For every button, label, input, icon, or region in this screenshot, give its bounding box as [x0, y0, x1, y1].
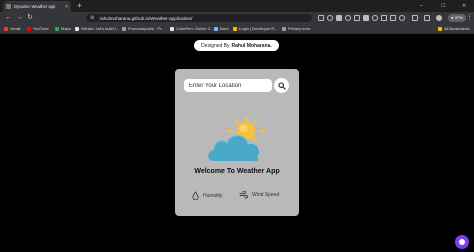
bookmark-item[interactable]: CodePen: Online C...: [170, 26, 214, 31]
extension-icon[interactable]: [372, 15, 378, 21]
back-button[interactable]: ←: [5, 14, 12, 22]
location-search-input[interactable]: [184, 79, 272, 92]
bookmark-item[interactable]: Login | Developer R...: [233, 26, 278, 31]
bookmark-item[interactable]: Gmail: [4, 26, 20, 31]
close-window-button[interactable]: ✕: [462, 1, 466, 11]
address-url: rahulmoharana.github.io/Weather-applicat…: [99, 15, 193, 21]
bookmark-item[interactable]: Maps: [55, 26, 71, 31]
bookmark-icon: [170, 26, 174, 31]
bookmark-label: Login | Developer R...: [239, 26, 278, 31]
bookmark-label: Gmail: [10, 26, 21, 31]
humidity-stat: Humidity: [192, 191, 222, 200]
humidity-label: Humidity: [203, 192, 223, 199]
bookmark-label: Bard: [220, 26, 229, 31]
profile-badge[interactable]: ● VPN: [448, 14, 466, 22]
puzzle-icon[interactable]: [412, 15, 418, 21]
site-info-icon[interactable]: ⚙: [90, 15, 94, 21]
bookmark-star-icon[interactable]: [327, 15, 333, 21]
extension-icon[interactable]: [363, 15, 369, 21]
extension-icon[interactable]: [399, 15, 405, 21]
wind-icon: [239, 191, 248, 199]
bookmarks-bar: Gmail YouTube Maps GitHub: Let's build f…: [0, 24, 474, 34]
extension-icon[interactable]: [345, 15, 351, 21]
cloud-icon: [208, 135, 259, 162]
sun-cloud-icon: [208, 115, 266, 162]
browser-tab-bar: Dynamic Weather app × + – ☐ ✕: [0, 0, 474, 12]
reload-button[interactable]: ↻: [27, 14, 33, 22]
bookmark-item[interactable]: Promonepubls · Pr...: [122, 26, 164, 31]
maximize-button[interactable]: ☐: [441, 1, 445, 11]
bookmark-icon: [55, 26, 59, 31]
address-bar[interactable]: ⚙ rahulmoharana.github.io/Weather-applic…: [86, 14, 312, 22]
sidebar-icon[interactable]: [424, 15, 430, 21]
forward-button[interactable]: →: [16, 14, 23, 22]
bookmark-item[interactable]: YouTube: [27, 26, 49, 31]
bookmark-icon: [75, 26, 79, 31]
bookmark-item[interactable]: Privacy error: [282, 26, 311, 31]
extension-icon[interactable]: [354, 15, 360, 21]
bookmark-icon: [27, 26, 31, 31]
bookmark-icon: [4, 26, 8, 31]
humidity-drop-icon: [192, 191, 199, 200]
bookmark-item[interactable]: Bard: [214, 26, 228, 31]
extension-icon[interactable]: [390, 15, 396, 21]
bookmark-icon: [233, 26, 237, 31]
minimize-button[interactable]: –: [420, 1, 423, 11]
bookmark-icon: [214, 26, 218, 31]
avatar[interactable]: [436, 15, 442, 21]
bookmark-label: Promonepubls · Pr...: [128, 26, 165, 31]
browser-menu-icon[interactable]: ⋮: [466, 13, 473, 22]
browser-toolbar: ← → ↻ ⚙ rahulmoharana.github.io/Weather-…: [0, 12, 474, 24]
folder-icon: [438, 26, 442, 31]
credit-name: Rahul Moharana.: [231, 42, 272, 49]
bookmark-label: YouTube: [33, 26, 49, 31]
all-bookmarks-button[interactable]: All Bookmarks: [438, 26, 470, 31]
bookmark-item[interactable]: GitHub: Let's build f...: [75, 26, 119, 31]
bookmark-icon: [122, 26, 126, 31]
bookmark-label: Privacy error: [288, 26, 311, 31]
bookmark-label: Maps: [61, 26, 71, 31]
designer-credit: Designed By Rahul Moharana.: [194, 40, 279, 51]
weather-card: Welcome To Weather App Humidity Wind Spe…: [175, 69, 299, 216]
wind-speed-stat: Wind Speed: [239, 191, 279, 199]
welcome-heading: Welcome To Weather App: [194, 168, 280, 175]
new-tab-button[interactable]: +: [77, 1, 82, 11]
tab-close-icon[interactable]: ×: [65, 4, 68, 10]
assistant-icon: [459, 239, 465, 245]
tab-favicon: [6, 4, 11, 9]
bookmark-label: CodePen: Online C...: [176, 26, 214, 31]
floating-assistant-button[interactable]: [455, 235, 469, 249]
tab-title: Dynamic Weather app: [14, 4, 56, 9]
extension-icon[interactable]: [381, 15, 387, 21]
all-bookmarks-label: All Bookmarks: [444, 26, 470, 31]
credit-prefix: Designed By: [201, 42, 230, 49]
extension-icon[interactable]: [336, 15, 342, 21]
browser-tab[interactable]: Dynamic Weather app ×: [3, 1, 71, 12]
search-button[interactable]: [274, 78, 289, 93]
bookmark-icon: [282, 26, 286, 31]
wind-speed-label: Wind Speed: [252, 192, 280, 198]
share-icon[interactable]: [318, 15, 324, 21]
bookmark-label: GitHub: Let's build f...: [81, 26, 120, 31]
search-icon: [277, 81, 286, 90]
